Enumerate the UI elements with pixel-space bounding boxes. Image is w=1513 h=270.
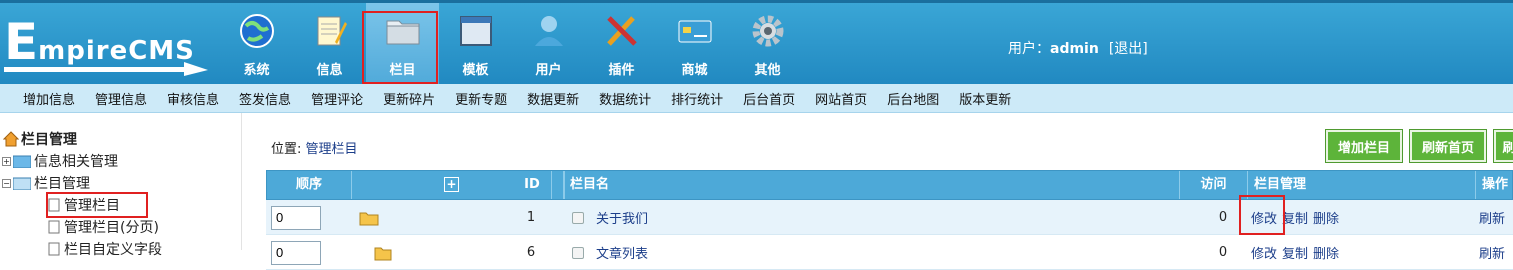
sidebar-title: 栏目管理 xyxy=(3,129,77,149)
page-icon xyxy=(48,220,60,234)
nav-label: 信息 xyxy=(316,63,343,78)
menu-admin-home[interactable]: 后台首页 xyxy=(743,89,795,108)
folder-doc-icon[interactable] xyxy=(374,245,392,261)
copy-link[interactable]: 复制 xyxy=(1282,243,1308,262)
row-id: 1 xyxy=(526,210,536,225)
column-name-link[interactable]: 关于我们 xyxy=(596,208,648,227)
window-icon xyxy=(460,16,492,46)
edit-link[interactable]: 修改 xyxy=(1251,243,1277,262)
logout-link[interactable]: [退出] xyxy=(1109,41,1148,57)
expand-icon[interactable]: + xyxy=(2,156,11,166)
tree-item-info-related[interactable]: + 信息相关管理 xyxy=(2,151,118,171)
menu-update-fragments[interactable]: 更新碎片 xyxy=(383,89,435,108)
delete-link[interactable]: 删除 xyxy=(1313,208,1339,227)
nav-info[interactable]: 信息 xyxy=(293,3,366,87)
menu-rank-stats[interactable]: 排行统计 xyxy=(671,89,723,108)
user-info: 用户：admin [退出] xyxy=(1008,38,1148,58)
breadcrumb-link[interactable]: 管理栏目 xyxy=(306,142,358,157)
tree-item-custom-fields[interactable]: 栏目自定义字段 xyxy=(48,239,162,259)
highlight-box xyxy=(362,11,438,84)
user-label: 用户： xyxy=(1008,41,1050,57)
page-icon xyxy=(48,242,60,256)
menu-data-update[interactable]: 数据更新 xyxy=(527,89,579,108)
menu-review-info[interactable]: 审核信息 xyxy=(167,89,219,108)
copy-link[interactable]: 复制 xyxy=(1282,208,1308,227)
delete-link[interactable]: 删除 xyxy=(1313,243,1339,262)
nav-other[interactable]: 其他 xyxy=(731,3,804,87)
empirecms-logo: EmpireCMS xyxy=(4,17,210,77)
folder-open-icon xyxy=(13,177,31,190)
order-input[interactable] xyxy=(271,205,321,230)
sidebar: 栏目管理 + 信息相关管理 − 栏目管理 管理栏目 管理栏目(分页) 栏目自定义… xyxy=(0,113,242,258)
user-name: admin xyxy=(1050,41,1099,57)
tree-item-column-manage[interactable]: − 栏目管理 xyxy=(2,173,90,193)
nav-plugin[interactable]: 插件 xyxy=(585,3,658,87)
row-visits: 0 xyxy=(1218,245,1228,260)
quick-menu: 增加信息 管理信息 审核信息 签发信息 管理评论 更新碎片 更新专题 数据更新 … xyxy=(0,84,1513,113)
notepad-icon xyxy=(317,16,347,46)
highlight-box xyxy=(1239,195,1285,235)
nav-user[interactable]: 用户 xyxy=(512,3,585,87)
tools-icon xyxy=(607,16,637,46)
menu-site-home[interactable]: 网站首页 xyxy=(815,89,867,108)
col-visits: 访问 xyxy=(1180,171,1248,199)
highlight-box xyxy=(46,192,148,218)
main-nav: 系统 信息 栏目 模板 用户 插件 商城 其他 xyxy=(220,3,804,87)
menu-manage-comments[interactable]: 管理评论 xyxy=(311,89,363,108)
menu-data-stats[interactable]: 数据统计 xyxy=(599,89,651,108)
card-icon xyxy=(678,20,712,43)
column-name-link[interactable]: 文章列表 xyxy=(596,243,648,262)
nav-label: 用户 xyxy=(535,63,562,78)
menu-version-update[interactable]: 版本更新 xyxy=(959,89,1011,108)
menu-admin-map[interactable]: 后台地图 xyxy=(887,89,939,108)
nav-label: 插件 xyxy=(608,63,635,78)
expand-all-icon[interactable]: + xyxy=(444,177,459,192)
refresh-other-button[interactable]: 刷 xyxy=(1493,129,1513,163)
gear-icon xyxy=(752,15,784,47)
col-name: 栏目名 xyxy=(563,171,1180,199)
menu-update-topics[interactable]: 更新专题 xyxy=(455,89,507,108)
row-id: 6 xyxy=(526,245,536,260)
table-header: 顺序 + ID 栏目名 访问 栏目管理 操作 xyxy=(266,170,1513,200)
menu-sign-info[interactable]: 签发信息 xyxy=(239,89,291,108)
home-icon xyxy=(3,131,19,147)
add-column-button[interactable]: 增加栏目 xyxy=(1325,129,1403,163)
menu-add-info[interactable]: 增加信息 xyxy=(23,89,75,108)
nav-label: 其他 xyxy=(754,63,781,78)
folder-icon[interactable] xyxy=(359,210,379,226)
col-order: 顺序 xyxy=(267,171,352,199)
top-header: EmpireCMS 系统 信息 栏目 模板 用户 插件 商城 其他 用户：adm… xyxy=(0,0,1513,87)
refresh-link[interactable]: 刷新 xyxy=(1479,243,1505,262)
logo-arrow-icon xyxy=(4,62,208,76)
tree-item-manage-columns-paged[interactable]: 管理栏目(分页) xyxy=(48,217,159,237)
menu-manage-info[interactable]: 管理信息 xyxy=(95,89,147,108)
nav-label: 模板 xyxy=(462,63,489,78)
table-row: 6 文章列表 0 修改 复制 删除 刷新 xyxy=(266,235,1513,270)
row-visits: 0 xyxy=(1218,210,1228,225)
col-ops: 操作 xyxy=(1482,177,1509,192)
nav-shop[interactable]: 商城 xyxy=(658,3,731,87)
row-checkbox[interactable] xyxy=(572,246,584,259)
breadcrumb: 位置: 管理栏目 xyxy=(271,142,358,157)
order-input[interactable] xyxy=(271,240,321,265)
col-id: ID xyxy=(524,177,540,192)
user-icon xyxy=(535,16,563,46)
globe-icon xyxy=(240,14,274,48)
nav-template[interactable]: 模板 xyxy=(439,3,512,87)
refresh-link[interactable]: 刷新 xyxy=(1479,208,1505,227)
row-checkbox[interactable] xyxy=(572,211,584,224)
folder-icon xyxy=(13,155,31,168)
nav-label: 商城 xyxy=(681,63,708,78)
nav-system[interactable]: 系统 xyxy=(220,3,293,87)
refresh-home-button[interactable]: 刷新首页 xyxy=(1409,129,1487,163)
collapse-icon[interactable]: − xyxy=(2,178,11,188)
nav-label: 系统 xyxy=(243,63,270,78)
table-row: 1 关于我们 0 修改 复制 删除 刷新 xyxy=(266,200,1513,235)
